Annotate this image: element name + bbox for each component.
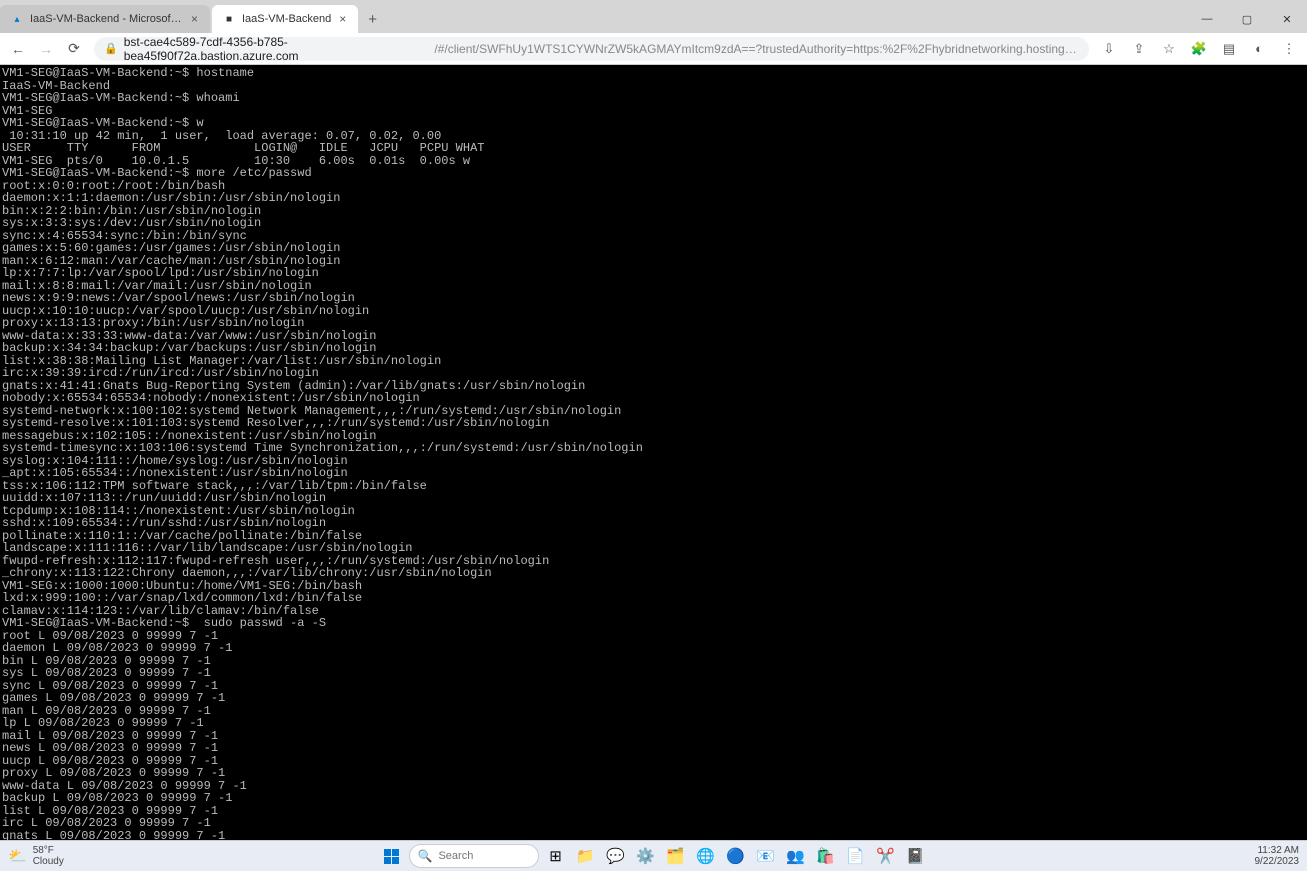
onenote-icon[interactable]: 📓 xyxy=(903,843,929,869)
explorer-icon[interactable]: 📁 xyxy=(573,843,599,869)
weather-temp: 58°F xyxy=(33,845,64,856)
profile-icon[interactable]: ◐ xyxy=(1247,37,1271,61)
menu-icon[interactable]: ⋮ xyxy=(1277,37,1301,61)
bookmark-icon[interactable]: ☆ xyxy=(1157,37,1181,61)
settings-icon[interactable]: ⚙️ xyxy=(633,843,659,869)
tab-azure-portal[interactable]: ▴ IaaS-VM-Backend - Microsoft Az × xyxy=(0,5,210,33)
refresh-button[interactable]: ⟳ xyxy=(62,37,86,61)
folder-icon[interactable]: 🗂️ xyxy=(663,843,689,869)
new-tab-button[interactable]: + xyxy=(360,5,385,33)
close-icon[interactable]: × xyxy=(337,12,348,26)
terminal[interactable]: VM1-SEG@IaaS-VM-Backend:~$ hostname IaaS… xyxy=(0,65,1307,840)
terminal-icon: ■ xyxy=(222,12,236,26)
window-controls: — ▢ ✕ xyxy=(1187,5,1307,33)
install-app-icon[interactable]: ⇩ xyxy=(1097,37,1121,61)
forward-button[interactable]: → xyxy=(34,37,58,61)
minimize-button[interactable]: — xyxy=(1187,5,1227,33)
url-path: /#/client/SWFhUy1WTS1CYWNrZW5kAGMAYmItcm… xyxy=(434,42,1079,56)
windows-taskbar: ⛅ 58°F Cloudy 🔍 ⊞ 📁 💬 ⚙️ 🗂️ 🌐 🔵 📧 👥 🛍️ 📄… xyxy=(0,840,1307,871)
outlook-icon[interactable]: 📧 xyxy=(753,843,779,869)
back-button[interactable]: ← xyxy=(6,37,30,61)
cloud-icon: ⛅ xyxy=(8,851,27,862)
azure-icon: ▴ xyxy=(10,12,24,26)
teams-icon[interactable]: 👥 xyxy=(783,843,809,869)
reading-list-icon[interactable]: ▤ xyxy=(1217,37,1241,61)
clock-date: 9/22/2023 xyxy=(1255,856,1300,867)
tab-bastion[interactable]: ■ IaaS-VM-Backend × xyxy=(212,5,358,33)
maximize-button[interactable]: ▢ xyxy=(1227,5,1267,33)
start-button[interactable] xyxy=(379,843,405,869)
clock-time: 11:32 AM xyxy=(1255,845,1300,856)
weather-widget[interactable]: ⛅ 58°F Cloudy xyxy=(8,845,64,867)
browser-tab-strip: ▴ IaaS-VM-Backend - Microsoft Az × ■ Iaa… xyxy=(0,0,1307,33)
search-icon: 🔍 xyxy=(418,849,433,863)
lock-icon: 🔒 xyxy=(104,42,118,55)
address-field[interactable]: 🔒 bst-cae4c589-7cdf-4356-b785-bea45f90f7… xyxy=(94,37,1089,61)
taskbar-search[interactable]: 🔍 xyxy=(409,844,539,868)
word-icon[interactable]: 📄 xyxy=(843,843,869,869)
task-view-icon[interactable]: ⊞ xyxy=(543,843,569,869)
taskbar-center: 🔍 ⊞ 📁 💬 ⚙️ 🗂️ 🌐 🔵 📧 👥 🛍️ 📄 ✂️ 📓 xyxy=(379,843,929,869)
browser-url-bar: ← → ⟳ 🔒 bst-cae4c589-7cdf-4356-b785-bea4… xyxy=(0,33,1307,65)
windows-icon xyxy=(384,849,399,864)
edge-icon[interactable]: 🌐 xyxy=(693,843,719,869)
tab-title: IaaS-VM-Backend - Microsoft Az xyxy=(30,13,183,25)
close-button[interactable]: ✕ xyxy=(1267,5,1307,33)
tab-title: IaaS-VM-Backend xyxy=(242,13,331,25)
share-icon[interactable]: ⇪ xyxy=(1127,37,1151,61)
snip-icon[interactable]: ✂️ xyxy=(873,843,899,869)
chat-icon[interactable]: 💬 xyxy=(603,843,629,869)
search-input[interactable] xyxy=(438,850,528,862)
chrome-icon[interactable]: 🔵 xyxy=(723,843,749,869)
url-host: bst-cae4c589-7cdf-4356-b785-bea45f90f72a… xyxy=(124,35,429,63)
store-icon[interactable]: 🛍️ xyxy=(813,843,839,869)
extensions-icon[interactable]: 🧩 xyxy=(1187,37,1211,61)
weather-cond: Cloudy xyxy=(33,856,64,867)
system-clock[interactable]: 11:32 AM 9/22/2023 xyxy=(1255,845,1300,867)
close-icon[interactable]: × xyxy=(189,12,200,26)
